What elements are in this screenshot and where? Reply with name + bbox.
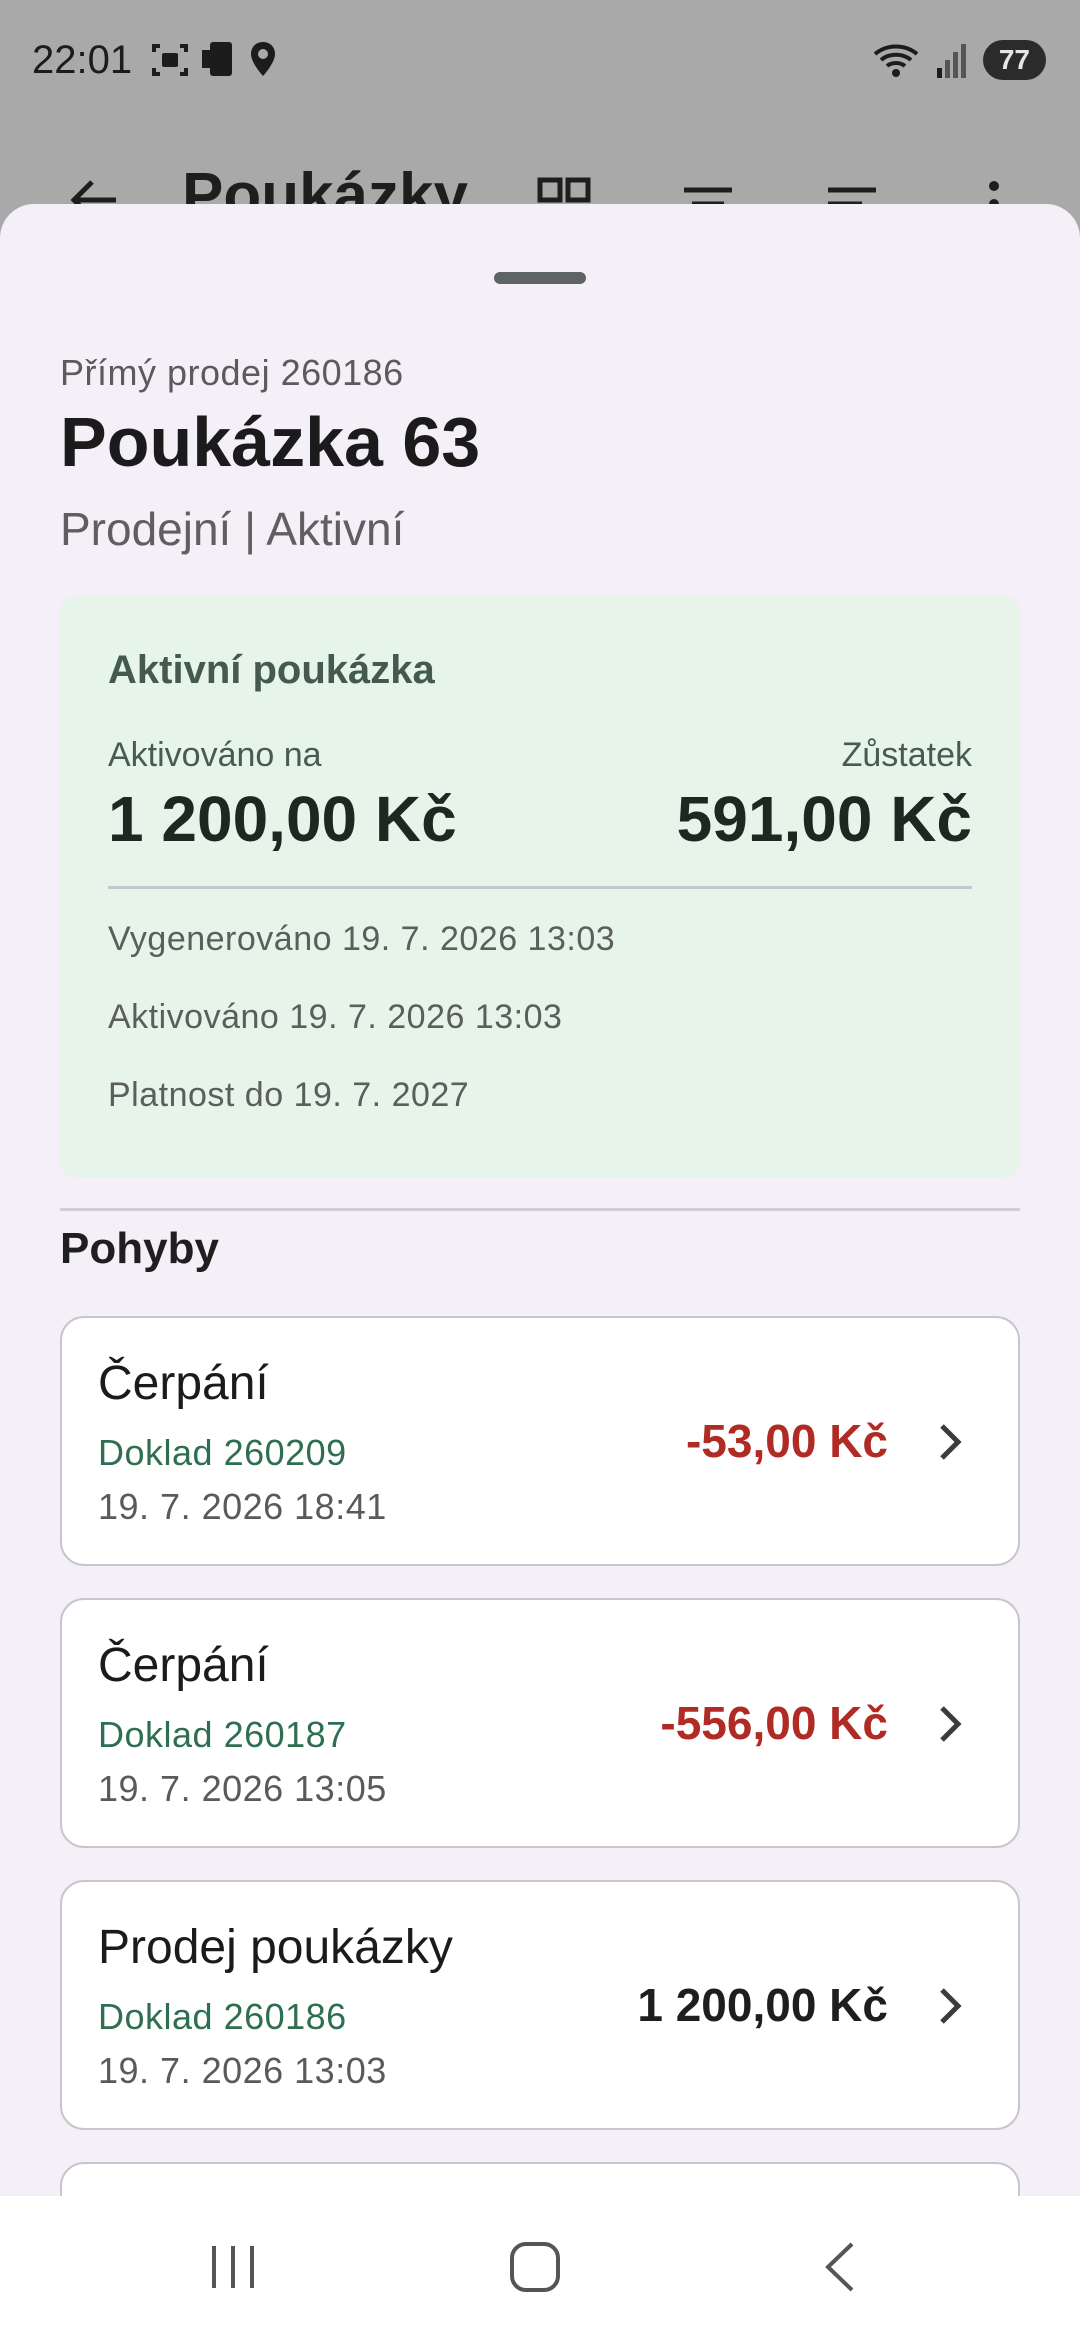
status-icons-right: 77 <box>873 40 1046 80</box>
chevron-right-icon <box>940 1706 962 1742</box>
activated-date: Aktivováno 19. 7. 2026 13:03 <box>108 998 563 1036</box>
drag-handle[interactable] <box>494 272 586 284</box>
active-voucher-card: Aktivní poukázka Aktivováno na Zůstatek … <box>60 596 1020 1178</box>
home-icon[interactable] <box>508 2240 562 2294</box>
movement-item[interactable]: Prodej poukázky Doklad 260186 19. 7. 202… <box>60 1880 1020 2130</box>
movement-title: Prodej poukázky <box>98 1921 453 1974</box>
voucher-status: Prodejní | Aktivní <box>60 503 405 555</box>
movement-amount: 1 200,00 Kč <box>637 1979 888 2031</box>
movements-title: Pohyby <box>60 1224 219 1273</box>
movement-date: 19. 7. 2026 13:03 <box>98 2050 387 2091</box>
movement-title: Čerpání <box>98 1639 269 1692</box>
chevron-right-icon <box>940 1424 962 1460</box>
bottom-sheet: Přímý prodej 260186 Poukázka 63 Prodejní… <box>0 204 1080 2340</box>
movement-date: 19. 7. 2026 18:41 <box>98 1486 387 1527</box>
generated-date: Vygenerováno 19. 7. 2026 13:03 <box>108 920 616 958</box>
chevron-right-icon <box>940 1988 962 2024</box>
status-icons-left <box>150 40 278 80</box>
activated-amount-value: 1 200,00 Kč <box>108 783 457 855</box>
voucher-title: Poukázka 63 <box>60 403 481 481</box>
status-time: 22:01 <box>32 38 133 82</box>
status-bar: 22:01 77 <box>0 0 1080 120</box>
system-nav-bar <box>0 2196 1080 2340</box>
movement-amount: -556,00 Kč <box>660 1697 888 1749</box>
activated-amount-label: Aktivováno na <box>108 736 322 774</box>
movement-amount: -53,00 Kč <box>685 1415 888 1467</box>
screenshot-icon <box>152 44 188 76</box>
movement-doc: Doklad 260186 <box>98 1996 347 2037</box>
battery-icon: 77 <box>982 40 1046 80</box>
card-divider <box>108 886 972 889</box>
movement-doc: Doklad 260209 <box>98 1432 347 1473</box>
balance-label: Zůstatek <box>841 736 972 774</box>
location-icon <box>251 42 275 76</box>
movement-doc: Doklad 260187 <box>98 1714 347 1755</box>
sale-reference: Přímý prodej 260186 <box>60 352 404 393</box>
phone-icon <box>202 42 232 76</box>
signal-icon <box>936 44 966 78</box>
section-divider <box>60 1208 1020 1211</box>
active-card-heading: Aktivní poukázka <box>108 648 435 692</box>
movement-title: Čerpání <box>98 1357 269 1410</box>
movement-item[interactable]: Čerpání Doklad 260209 19. 7. 2026 18:41 … <box>60 1316 1020 1566</box>
back-icon[interactable] <box>816 2240 870 2294</box>
movement-item[interactable]: Čerpání Doklad 260187 19. 7. 2026 13:05 … <box>60 1598 1020 1848</box>
balance-value: 591,00 Kč <box>676 783 972 855</box>
recents-icon[interactable] <box>206 2240 260 2294</box>
movement-date: 19. 7. 2026 13:05 <box>98 1768 387 1809</box>
wifi-icon <box>873 44 919 77</box>
valid-until-date: Platnost do 19. 7. 2027 <box>108 1076 470 1114</box>
